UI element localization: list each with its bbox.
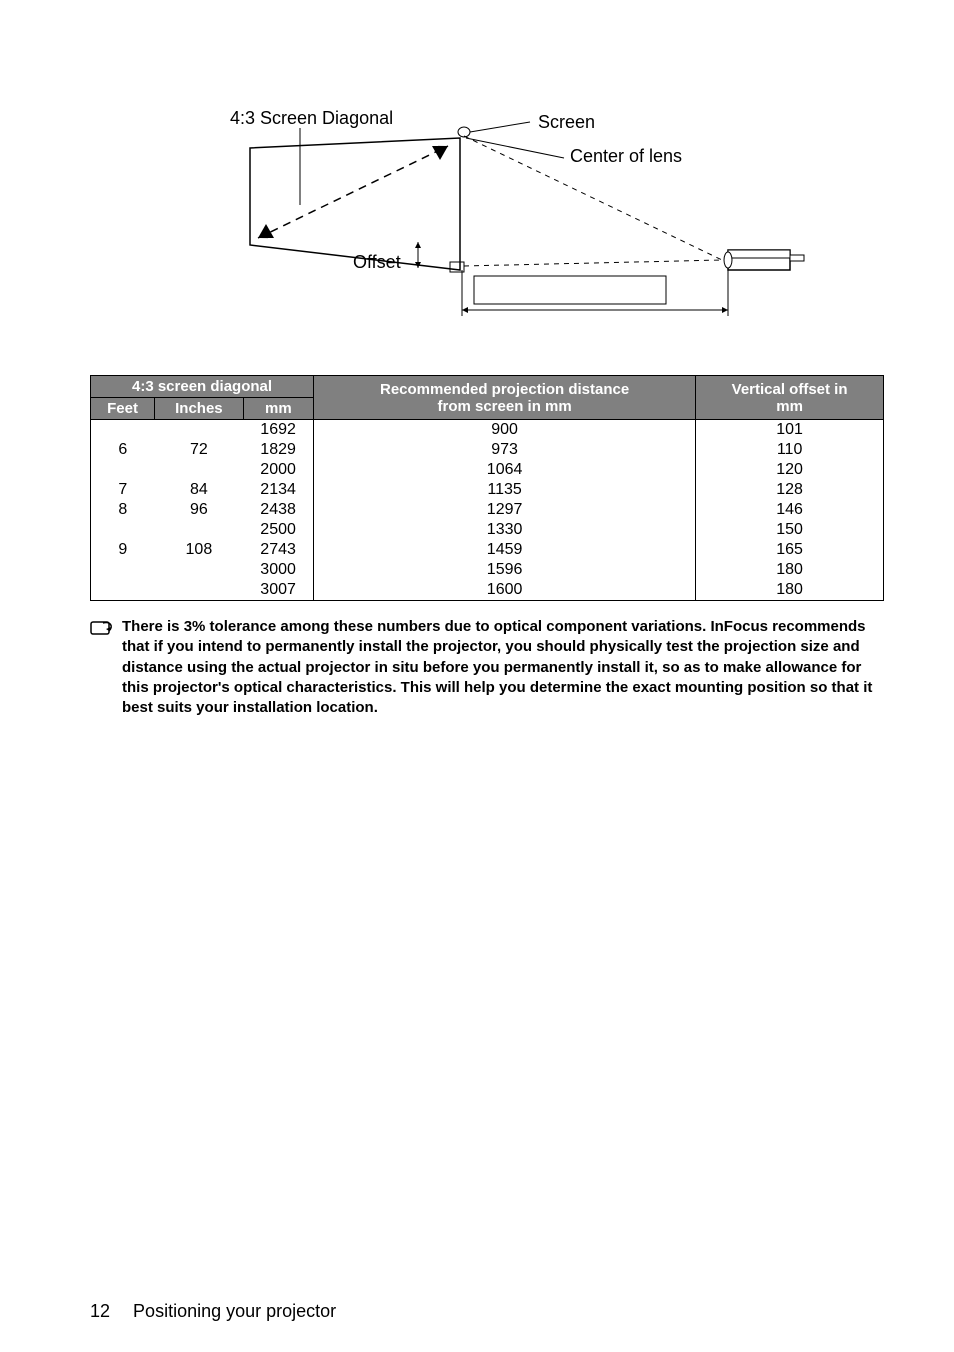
table-cell: 180 <box>696 560 884 580</box>
table-cell: 146 <box>696 500 884 520</box>
table-cell: 1459 <box>314 540 696 560</box>
table-cell: 165 <box>696 540 884 560</box>
table-cell: 1064 <box>314 460 696 480</box>
table-cell <box>91 560 155 580</box>
table-row: 6721829973110 <box>91 440 884 460</box>
table-cell <box>155 520 244 540</box>
note: There is 3% tolerance among these number… <box>90 617 884 718</box>
spec-table-head: 4:3 screen diagonal Recommended projecti… <box>91 376 884 420</box>
table-cell: 72 <box>155 440 244 460</box>
th-mm: mm <box>243 398 313 420</box>
table-cell: 150 <box>696 520 884 540</box>
table-cell <box>155 460 244 480</box>
table-cell <box>155 580 244 601</box>
table-cell: 180 <box>696 580 884 601</box>
th-offset-line1: Vertical offset in <box>732 381 848 398</box>
table-row: 30071600180 <box>91 580 884 601</box>
table-cell <box>91 460 155 480</box>
table-cell: 1600 <box>314 580 696 601</box>
table-cell: 2743 <box>243 540 313 560</box>
note-text: There is 3% tolerance among these number… <box>122 617 880 718</box>
th-offset: Vertical offset in mm <box>696 376 884 420</box>
table-cell <box>91 420 155 441</box>
th-distance: Recommended projection distance from scr… <box>314 376 696 420</box>
table-cell: 96 <box>155 500 244 520</box>
table-cell: 1829 <box>243 440 313 460</box>
table-cell: 3007 <box>243 580 313 601</box>
table-cell: 9 <box>91 540 155 560</box>
table-cell: 1330 <box>314 520 696 540</box>
table-cell: 101 <box>696 420 884 441</box>
spec-table: 4:3 screen diagonal Recommended projecti… <box>90 375 884 601</box>
th-distance-line1: Recommended projection distance <box>380 381 629 398</box>
table-cell <box>91 580 155 601</box>
table-cell: 8 <box>91 500 155 520</box>
table-row: 89624381297146 <box>91 500 884 520</box>
table-cell: 108 <box>155 540 244 560</box>
table-cell: 2000 <box>243 460 313 480</box>
th-group-diag: 4:3 screen diagonal <box>91 376 314 398</box>
table-cell: 1135 <box>314 480 696 500</box>
table-row: 910827431459165 <box>91 540 884 560</box>
table-row: 78421341135128 <box>91 480 884 500</box>
footer-page-number: 12 <box>90 1301 110 1321</box>
table-cell: 1297 <box>314 500 696 520</box>
footer-section: Positioning your projector <box>133 1301 336 1321</box>
footer: 12 Positioning your projector <box>90 1301 336 1322</box>
spec-table-body: 1692900101672182997311020001064120784213… <box>91 420 884 601</box>
table-cell: 2438 <box>243 500 313 520</box>
page: 4:3 Screen Diagonal Screen Center of len… <box>0 0 954 1352</box>
table-cell <box>155 560 244 580</box>
table-row: 30001596180 <box>91 560 884 580</box>
note-icon <box>90 619 116 637</box>
table-cell: 1692 <box>243 420 313 441</box>
table-cell: 900 <box>314 420 696 441</box>
diagram-svg <box>230 110 830 335</box>
table-cell: 2134 <box>243 480 313 500</box>
table-row: 25001330150 <box>91 520 884 540</box>
th-distance-line2: from screen in mm <box>437 398 571 415</box>
table-cell: 973 <box>314 440 696 460</box>
table-cell: 7 <box>91 480 155 500</box>
table-cell: 84 <box>155 480 244 500</box>
th-feet: Feet <box>91 398 155 420</box>
table-cell: 2500 <box>243 520 313 540</box>
table-cell: 6 <box>91 440 155 460</box>
table-cell: 110 <box>696 440 884 460</box>
projection-diagram: 4:3 Screen Diagonal Screen Center of len… <box>230 110 824 335</box>
th-inches: Inches <box>155 398 244 420</box>
table-cell: 1596 <box>314 560 696 580</box>
table-row: 1692900101 <box>91 420 884 441</box>
table-cell: 128 <box>696 480 884 500</box>
table-cell: 3000 <box>243 560 313 580</box>
th-offset-line2: mm <box>776 398 803 415</box>
table-row: 20001064120 <box>91 460 884 480</box>
table-cell: 120 <box>696 460 884 480</box>
table-cell <box>155 420 244 441</box>
table-cell <box>91 520 155 540</box>
